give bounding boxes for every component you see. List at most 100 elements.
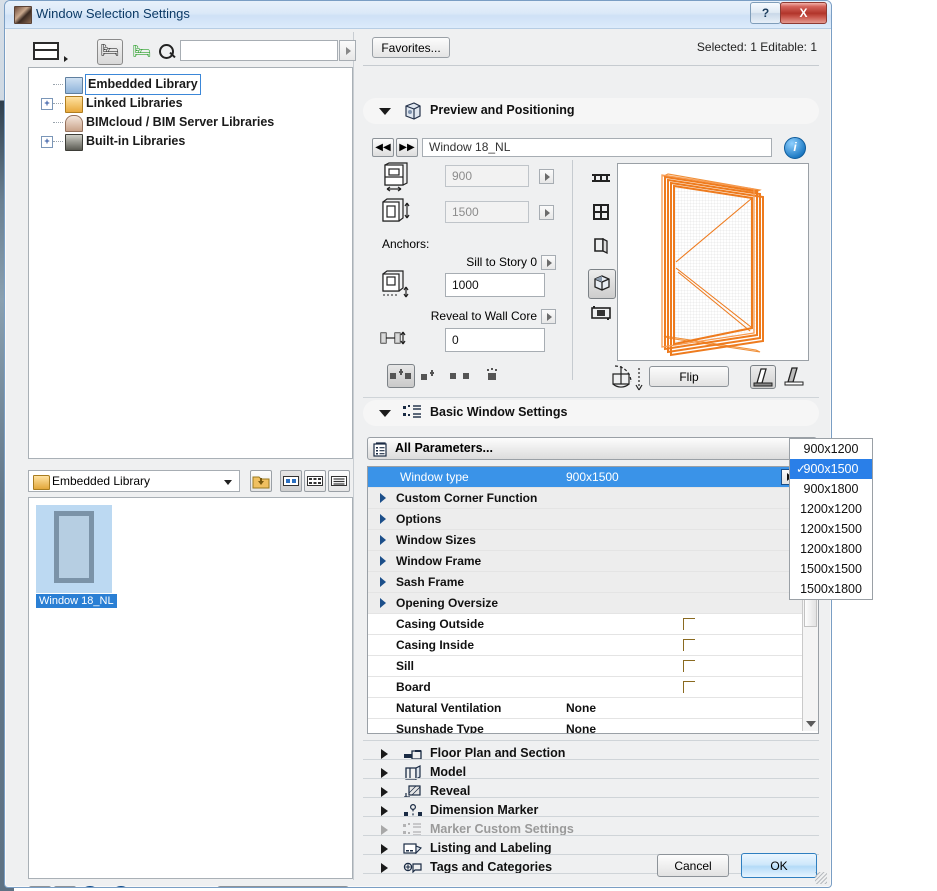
embed-object-button[interactable]: [29, 886, 51, 887]
object-chair-green-icon[interactable]: 🛏: [130, 40, 154, 64]
chevron-right-icon: [381, 806, 388, 816]
window-width-field[interactable]: 900: [445, 165, 529, 187]
checkbox[interactable]: [683, 660, 695, 672]
tree-item-linked-libraries[interactable]: + Linked Libraries: [29, 94, 352, 113]
parameter-group-options[interactable]: Options: [368, 509, 818, 530]
anchor-side-icon[interactable]: [483, 366, 503, 384]
checkbox[interactable]: [683, 681, 695, 693]
search-input[interactable]: [180, 40, 338, 61]
3d-view-icon[interactable]: [588, 269, 616, 299]
parameter-group-window-sizes[interactable]: Window Sizes: [368, 530, 818, 551]
parameter-row-board[interactable]: Board: [368, 677, 818, 698]
parameter-group-sash-frame[interactable]: Sash Frame: [368, 572, 818, 593]
search-go-button[interactable]: [339, 40, 356, 61]
sill-anchor-options-button[interactable]: [541, 255, 556, 270]
tree-item-bimcloud-libraries[interactable]: BIMcloud / BIM Server Libraries: [29, 113, 352, 132]
cancel-button[interactable]: Cancel: [657, 854, 729, 877]
library-tree[interactable]: Embedded Library + Linked Libraries BIMc…: [28, 67, 353, 459]
elevation-view-icon[interactable]: [588, 238, 614, 266]
all-parameters-label: All Parameters...: [395, 441, 493, 455]
sill-to-story-label: Sill to Story 0: [466, 255, 537, 269]
all-parameters-button[interactable]: All Parameters...: [367, 437, 817, 460]
view-large-icons-button[interactable]: [280, 470, 302, 492]
add-object-button[interactable]: [54, 886, 76, 887]
library-thumbnail-pane[interactable]: Window 18_NL: [28, 497, 353, 879]
parameter-list[interactable]: Window type 900x1500 Custom Corner Funct…: [367, 466, 819, 734]
sill-height-field[interactable]: 1000: [445, 273, 545, 297]
flip-button[interactable]: Flip: [649, 366, 729, 387]
previous-object-button[interactable]: ◀◀: [372, 138, 394, 157]
dropdown-option[interactable]: 1200x1500: [790, 519, 872, 539]
dropdown-option[interactable]: 900x1800: [790, 479, 872, 499]
info-button[interactable]: i: [784, 137, 806, 159]
dropdown-option[interactable]: 1500x1800: [790, 579, 872, 599]
view-small-icons-button[interactable]: [304, 470, 326, 492]
anchor-center-icon[interactable]: [387, 364, 415, 388]
expand-icon: [380, 535, 386, 545]
parameter-group-window-frame[interactable]: Window Frame: [368, 551, 818, 572]
tree-connector: [53, 103, 63, 104]
parameter-group-custom-corner-function[interactable]: Custom Corner Function: [368, 488, 818, 509]
dropdown-option[interactable]: 900x1200: [790, 439, 872, 459]
resize-grip[interactable]: [815, 872, 827, 884]
window-height-field[interactable]: 1500: [445, 201, 529, 223]
dropdown-arrow-icon[interactable]: [64, 56, 68, 62]
parameter-name: Casing Inside: [396, 638, 475, 652]
window-width-options-button[interactable]: [539, 169, 554, 184]
folder-selector[interactable]: Embedded Library: [28, 470, 240, 492]
reveal-anchor-options-button[interactable]: [541, 309, 556, 324]
scroll-down-icon[interactable]: [806, 721, 816, 727]
reveal-distance-field[interactable]: 0: [445, 328, 545, 352]
expand-icon[interactable]: +: [41, 136, 53, 148]
parameter-row-casing-inside[interactable]: Casing Inside: [368, 635, 818, 656]
favorites-button[interactable]: Favorites...: [372, 37, 450, 58]
object-name-field[interactable]: Window 18_NL: [422, 138, 772, 157]
detail-view-icon[interactable]: [588, 305, 614, 333]
tree-item-builtin-libraries[interactable]: + Built-in Libraries: [29, 132, 352, 151]
globe-button[interactable]: [79, 886, 101, 887]
section-view-icon[interactable]: [588, 170, 614, 198]
tree-connector: [53, 141, 63, 142]
folder-up-button[interactable]: [250, 470, 272, 492]
search-icon[interactable]: [155, 40, 179, 64]
parameter-row-casing-outside[interactable]: Casing Outside: [368, 614, 818, 635]
section-preview-and-positioning[interactable]: Preview and Positioning: [363, 98, 819, 124]
window-type-dropdown-popup[interactable]: 900x1200 ✓ 900x1500 900x1800 1200x1200 1…: [789, 438, 873, 600]
parameter-row-sunshade-type[interactable]: Sunshade Type None: [368, 719, 818, 733]
next-object-button[interactable]: ▶▶: [396, 138, 418, 157]
anchor-edge-icon[interactable]: [449, 368, 473, 384]
dropdown-option[interactable]: 1200x1200: [790, 499, 872, 519]
ok-button[interactable]: OK: [741, 853, 817, 878]
parameter-name: Window type: [400, 470, 469, 484]
parameter-row-sill[interactable]: Sill: [368, 656, 818, 677]
dropdown-option[interactable]: 1200x1800: [790, 539, 872, 559]
parameter-row-window-type[interactable]: Window type 900x1500: [368, 467, 818, 488]
thumbnail-item[interactable]: [36, 505, 112, 593]
parameter-name: Natural Ventilation: [396, 701, 502, 715]
checkbox[interactable]: [683, 618, 695, 630]
checkbox[interactable]: [683, 639, 695, 651]
help-button[interactable]: ?: [750, 2, 781, 24]
section-basic-window-settings[interactable]: Basic Window Settings: [363, 400, 819, 426]
open-in-side-icon[interactable]: [750, 365, 776, 389]
plan-view-icon[interactable]: [588, 204, 614, 232]
dropdown-option-selected[interactable]: ✓ 900x1500: [790, 459, 872, 479]
list-view-icon[interactable]: [32, 41, 64, 63]
window-preview[interactable]: [617, 163, 809, 361]
tree-item-embedded-library[interactable]: Embedded Library: [29, 74, 352, 95]
window-selection-settings-dialog: Window Selection Settings ? X 🛏 🛏 Embedd…: [4, 0, 832, 888]
anchor-corner-icon[interactable]: [420, 366, 442, 386]
close-button[interactable]: X: [780, 2, 827, 24]
object-chair-icon[interactable]: 🛏: [97, 39, 123, 65]
parameter-name: Casing Outside: [396, 617, 485, 631]
expand-icon[interactable]: +: [41, 98, 53, 110]
globe-upload-button[interactable]: [110, 886, 132, 887]
parameter-row-natural-ventilation[interactable]: Natural Ventilation None: [368, 698, 818, 719]
header-divider: [363, 65, 819, 66]
parameter-group-opening-oversize[interactable]: Opening Oversize: [368, 593, 818, 614]
open-out-side-icon[interactable]: [781, 365, 807, 389]
empty-opening-button[interactable]: Empty Opening: [217, 886, 349, 887]
dropdown-option[interactable]: 1500x1500: [790, 559, 872, 579]
view-list-button[interactable]: [328, 470, 350, 492]
window-height-options-button[interactable]: [539, 205, 554, 220]
